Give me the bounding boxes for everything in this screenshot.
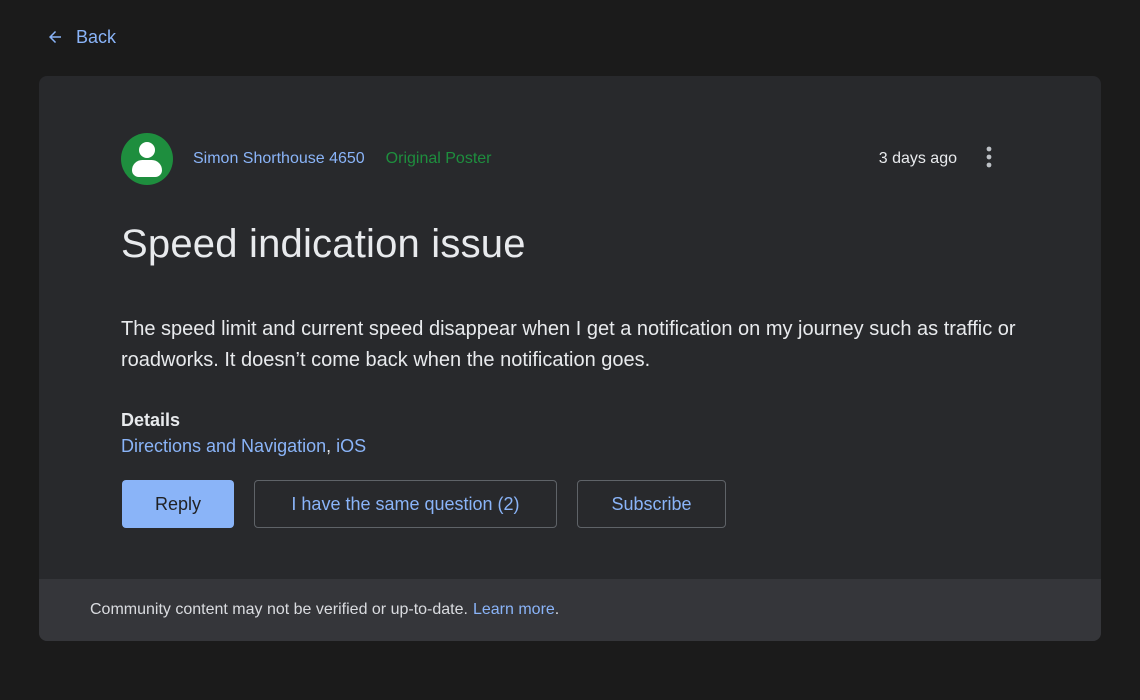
post-title: Speed indication issue xyxy=(121,222,526,266)
original-poster-badge: Original Poster xyxy=(385,150,492,167)
avatar[interactable] xyxy=(121,133,173,185)
same-question-button[interactable]: I have the same question (2) xyxy=(254,480,557,528)
details-label: Details xyxy=(121,410,181,430)
more-vert-icon xyxy=(986,146,992,173)
details-tags: Directions and Navigation, iOS xyxy=(121,436,366,457)
post-actions: Reply I have the same question (2) Subsc… xyxy=(122,480,726,528)
reply-button[interactable]: Reply xyxy=(122,480,234,528)
disclaimer-text: Community content may not be verified or… xyxy=(90,601,468,618)
back-link[interactable]: Back xyxy=(46,24,116,50)
back-label: Back xyxy=(76,26,117,47)
learn-more-link[interactable]: Learn more xyxy=(473,601,555,619)
post-timestamp: 3 days ago xyxy=(878,150,957,167)
post-body: The speed limit and current speed disapp… xyxy=(121,318,1016,371)
author-name[interactable]: Simon Shorthouse 4650 xyxy=(193,150,365,168)
more-options-button[interactable] xyxy=(977,145,1001,173)
details-separator: , xyxy=(326,436,337,456)
arrow-left-icon xyxy=(46,28,64,46)
community-disclaimer: Community content may not be verified or… xyxy=(39,579,1101,641)
details-tag-category[interactable]: Directions and Navigation xyxy=(121,436,326,456)
details-tag-platform[interactable]: iOS xyxy=(336,436,366,456)
subscribe-button[interactable]: Subscribe xyxy=(577,480,726,528)
post-header: Simon Shorthouse 4650 Original Poster 3 … xyxy=(121,132,1001,186)
disclaimer-period: . xyxy=(554,601,560,618)
post-card: Simon Shorthouse 4650 Original Poster 3 … xyxy=(39,76,1101,641)
